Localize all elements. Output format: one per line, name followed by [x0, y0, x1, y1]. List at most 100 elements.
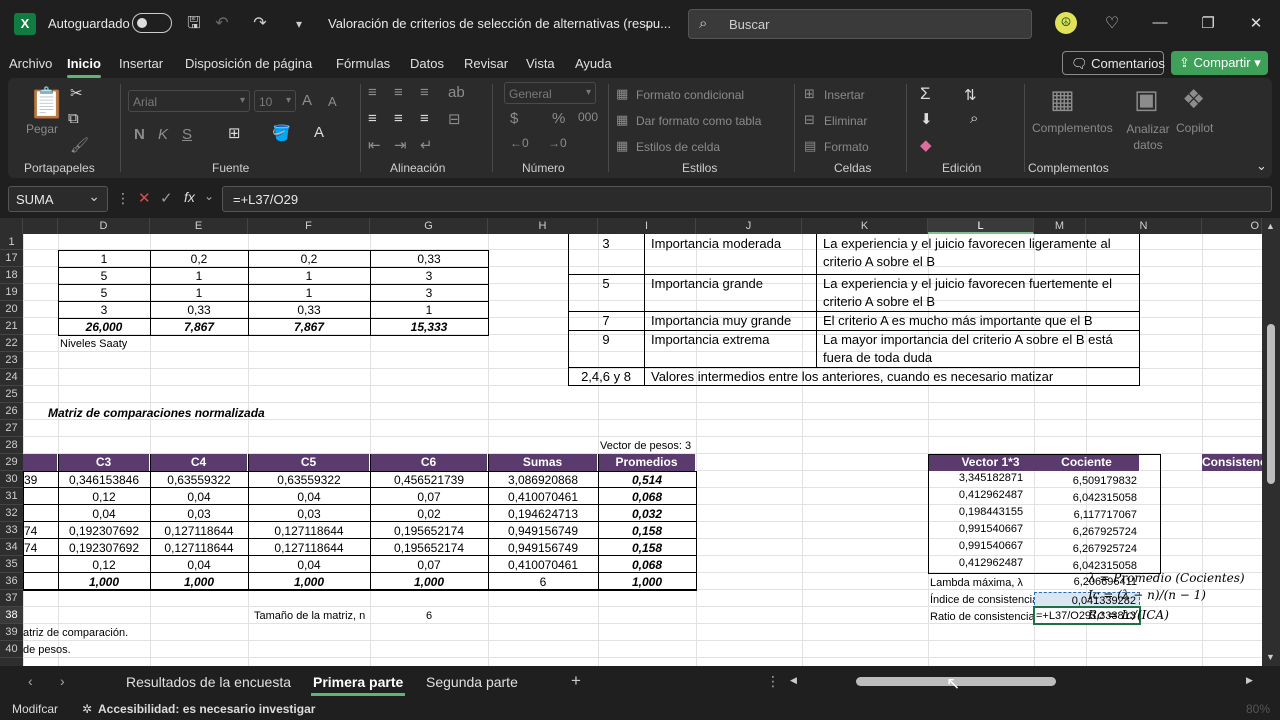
vertical-scrollbar[interactable]: ▲ ▼	[1262, 218, 1280, 666]
profile-avatar-icon[interactable]: ☮	[1055, 12, 1077, 34]
analyze-data-button[interactable]: Analizar datos	[1126, 121, 1170, 153]
scroll-up-icon[interactable]: ▲	[1266, 221, 1275, 231]
font-color-icon[interactable]: A	[314, 124, 324, 141]
col-header-d[interactable]: D	[58, 218, 150, 234]
minimize-icon[interactable]: —	[1150, 14, 1170, 31]
increase-decimal-icon[interactable]: ←0	[510, 136, 529, 150]
col-header-i[interactable]: I	[598, 218, 696, 234]
row-header-23[interactable]: 23	[0, 352, 23, 369]
normalized-header-c6[interactable]: C6	[370, 454, 488, 471]
sheet-tab-segunda-parte[interactable]: Segunda parte	[426, 674, 518, 690]
col-header-l[interactable]: L	[928, 218, 1034, 234]
autosave-toggle[interactable]	[132, 13, 172, 33]
close-icon[interactable]: ✕	[1246, 14, 1266, 32]
row-header-19[interactable]: 19	[0, 284, 23, 301]
conditional-format-button[interactable]: Formato condicional	[636, 88, 744, 102]
comments-button[interactable]: 🗨 Comentarios	[1062, 51, 1165, 75]
paste-icon[interactable]: 📋	[28, 86, 65, 121]
document-title[interactable]: Valoración de criterios de selección de …	[328, 16, 671, 31]
quick-access-chevron-icon[interactable]: ▾	[292, 12, 306, 36]
row-header-27[interactable]: 27	[0, 420, 23, 437]
cut-icon[interactable]: ✂	[70, 84, 83, 102]
formula-input[interactable]: =+L37/O29	[222, 186, 1272, 212]
col-header-k[interactable]: K	[802, 218, 928, 234]
random-consistency-label[interactable]: Consistencia aleatoria	[1202, 454, 1262, 471]
col-header-h[interactable]: H	[488, 218, 598, 234]
number-format-select[interactable]: General	[504, 82, 596, 104]
tab-archivo[interactable]: Archivo	[9, 56, 52, 71]
share-button[interactable]: ⇪ Compartir ▾	[1171, 51, 1268, 75]
tab-insertar[interactable]: Insertar	[119, 56, 163, 71]
row-header-38[interactable]: 38	[0, 607, 23, 624]
sheet-tab-resultados[interactable]: Resultados de la encuesta	[126, 674, 291, 690]
row-header-21[interactable]: 21	[0, 318, 23, 335]
insert-cells-button[interactable]: Insertar	[824, 88, 865, 102]
font-size-select[interactable]: 10	[254, 90, 296, 112]
merge-icon[interactable]: ⊟	[448, 110, 461, 128]
align-center-icon[interactable]: ≡	[394, 110, 403, 127]
matrix-size-value[interactable]: 6	[370, 608, 488, 624]
clear-icon[interactable]: ◆	[920, 136, 932, 154]
row-header-31[interactable]: 31	[0, 488, 23, 505]
title-chevron-down-icon[interactable]: ⌄	[640, 12, 656, 36]
next-sheet-icon[interactable]: ›	[60, 673, 65, 689]
row-header-30[interactable]: 30	[0, 471, 23, 488]
fill-icon[interactable]: ⬇	[920, 110, 933, 128]
currency-icon[interactable]: $	[510, 110, 518, 127]
find-icon[interactable]: ⌕	[970, 110, 978, 127]
row-header-37[interactable]: 37	[0, 590, 23, 607]
increase-font-icon[interactable]: A	[302, 92, 312, 109]
row-header-18[interactable]: 18	[0, 267, 23, 284]
row-header-29[interactable]: 29	[0, 454, 23, 471]
col-header-o[interactable]: O	[1202, 218, 1262, 234]
tab-vista[interactable]: Vista	[526, 56, 555, 71]
autosum-icon[interactable]: Σ	[920, 84, 931, 104]
underline-icon[interactable]: S	[182, 126, 192, 143]
col-header-m[interactable]: M	[1034, 218, 1086, 234]
row-header-1[interactable]: 1	[0, 234, 23, 250]
row-header-20[interactable]: 20	[0, 301, 23, 318]
spreadsheet-grid[interactable]: D E F G H I J K L M N O 1 17 18 19 20 21 22 23 2…	[0, 218, 1280, 666]
tab-formulas[interactable]: Fórmulas	[336, 56, 390, 71]
search-input[interactable]: ⌕ Buscar	[688, 9, 1032, 39]
vertical-scroll-thumb[interactable]	[1267, 324, 1275, 484]
row-header-35[interactable]: 35	[0, 556, 23, 573]
row-header-33[interactable]: 33	[0, 522, 23, 539]
enter-icon[interactable]: ✓	[160, 189, 173, 207]
fill-color-icon[interactable]: 🪣	[272, 124, 291, 142]
percent-icon[interactable]: %	[552, 110, 565, 127]
col-header-f[interactable]: F	[248, 218, 370, 234]
add-sheet-icon[interactable]: +	[571, 671, 581, 691]
tab-ayuda[interactable]: Ayuda	[575, 56, 612, 71]
col-header-e[interactable]: E	[150, 218, 248, 234]
redo-icon[interactable]: ↷	[250, 12, 270, 36]
scroll-right-icon[interactable]: ▶	[1246, 675, 1253, 686]
row-header-32[interactable]: 32	[0, 505, 23, 522]
ribbon-collapse-icon[interactable]: ⌄	[1256, 158, 1267, 174]
prev-sheet-icon[interactable]: ‹	[28, 673, 33, 689]
align-middle-icon[interactable]: ≡	[394, 84, 403, 101]
normalized-header-promedios[interactable]: Promedios	[598, 454, 696, 471]
thousands-icon[interactable]: 000	[578, 110, 598, 124]
cells-area[interactable]: 1 0,2 0,2 0,33 5 1 1 3 5 1 1 3 3 0,33 0,33 1 26,000 7,867…	[23, 234, 1262, 666]
row-header-28[interactable]: 28	[0, 437, 23, 454]
paste-label[interactable]: Pegar	[26, 122, 58, 136]
delete-cells-button[interactable]: Eliminar	[824, 114, 867, 128]
row-header-22[interactable]: 22	[0, 335, 23, 352]
sheet-options-icon[interactable]: ⋮	[766, 673, 780, 690]
accessibility-status[interactable]: Accesibilidad: es necesario investigar	[98, 702, 315, 716]
row-header-17[interactable]: 17	[0, 250, 23, 267]
addins-icon[interactable]: ▦	[1050, 84, 1075, 115]
select-all-corner[interactable]	[0, 218, 23, 234]
align-left-icon[interactable]: ≡	[368, 110, 377, 127]
tab-inicio[interactable]: Inicio	[67, 56, 101, 78]
align-bottom-icon[interactable]: ≡	[420, 84, 429, 101]
scroll-down-icon[interactable]: ▼	[1266, 652, 1275, 662]
decrease-indent-icon[interactable]: ⇤	[368, 136, 381, 154]
format-painter-icon[interactable]: 🖌	[70, 136, 89, 154]
copilot-button[interactable]: Copilot	[1176, 121, 1213, 135]
row-header-36[interactable]: 36	[0, 573, 23, 590]
wrap-text-icon[interactable]: ↵	[420, 136, 433, 154]
normalized-header-c5[interactable]: C5	[248, 454, 370, 471]
col-header-n[interactable]: N	[1086, 218, 1202, 234]
